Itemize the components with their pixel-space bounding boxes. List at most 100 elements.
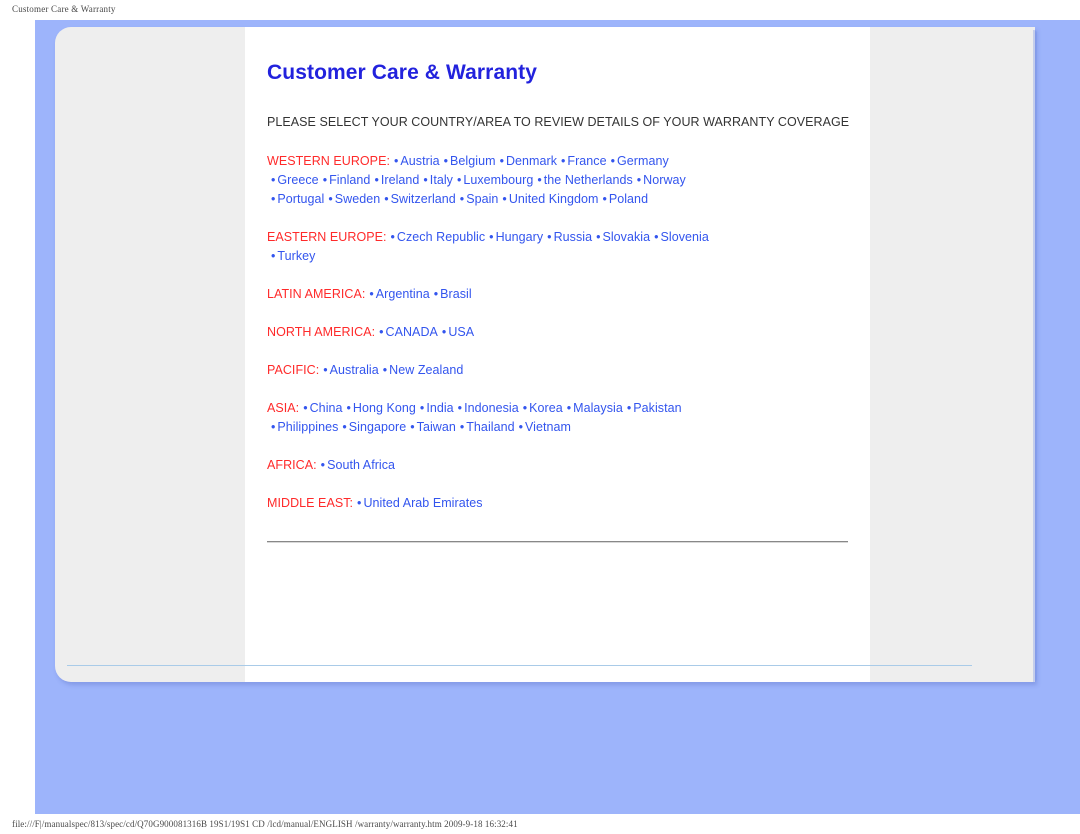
- bullet-icon: •: [346, 401, 351, 415]
- bullet-icon: •: [561, 154, 566, 168]
- country-link-slovenia[interactable]: Slovenia: [661, 230, 709, 244]
- region-block: AFRICA: • South Africa: [267, 456, 867, 475]
- country-link-poland[interactable]: Poland: [609, 192, 648, 206]
- bullet-icon: •: [654, 230, 659, 244]
- country-link-spain[interactable]: Spain: [466, 192, 498, 206]
- bullet-icon: •: [518, 420, 523, 434]
- country-link-malaysia[interactable]: Malaysia: [573, 401, 623, 415]
- bullet-icon: •: [394, 154, 399, 168]
- region-label: LATIN AMERICA:: [267, 287, 366, 301]
- country-link-argentina[interactable]: Argentina: [376, 287, 430, 301]
- country-link-pakistan[interactable]: Pakistan: [633, 401, 681, 415]
- page-subtitle: PLEASE SELECT YOUR COUNTRY/AREA TO REVIE…: [267, 115, 850, 129]
- bullet-icon: •: [271, 420, 276, 434]
- region-line: NORTH AMERICA: • CANADA • USA: [267, 323, 867, 342]
- document-body: Customer Care & Warranty PLEASE SELECT Y…: [267, 60, 867, 543]
- country-link-hong-kong[interactable]: Hong Kong: [353, 401, 416, 415]
- country-link-germany[interactable]: Germany: [617, 154, 669, 168]
- country-link-luxembourg[interactable]: Luxembourg: [463, 173, 533, 187]
- region-block: ASIA: • China • Hong Kong • India • Indonesia • Ko…: [267, 399, 867, 437]
- region-label: WESTERN EUROPE:: [267, 154, 390, 168]
- bullet-icon: •: [303, 401, 308, 415]
- bullet-icon: •: [636, 173, 642, 187]
- region-line: ASIA: • China • Hong Kong • India • Indonesia • Ko…: [267, 399, 867, 418]
- bullet-icon: •: [457, 401, 463, 415]
- country-link-australia[interactable]: Australia: [330, 363, 379, 377]
- region-label: AFRICA:: [267, 458, 317, 472]
- bullet-icon: •: [419, 401, 425, 415]
- country-link-singapore[interactable]: Singapore: [349, 420, 406, 434]
- region-block: LATIN AMERICA: • Argentina • Brasil: [267, 285, 867, 304]
- region-line: • Greece • Finland • Ireland • Italy • Luxembourg…: [267, 171, 867, 190]
- bullet-icon: •: [443, 154, 449, 168]
- bullet-icon: •: [433, 287, 439, 301]
- country-link-korea[interactable]: Korea: [529, 401, 563, 415]
- region-label: ASIA:: [267, 401, 300, 415]
- country-link-austria[interactable]: Austria: [400, 154, 439, 168]
- country-link-slovakia[interactable]: Slovakia: [602, 230, 650, 244]
- bullet-icon: •: [384, 192, 389, 206]
- bullet-icon: •: [441, 325, 447, 339]
- bullet-icon: •: [357, 496, 362, 510]
- region-line: EASTERN EUROPE: • Czech Republic • Hungary • R…: [267, 228, 867, 247]
- bullet-icon: •: [390, 230, 395, 244]
- region-line: PACIFIC: • Australia • New Zealand: [267, 361, 867, 380]
- country-link-canada[interactable]: CANADA: [386, 325, 438, 339]
- country-link-philippines[interactable]: Philippines: [277, 420, 338, 434]
- browser-print-header: Customer Care & Warranty: [12, 4, 116, 14]
- card-bottom-divider: [67, 665, 972, 666]
- country-link-usa[interactable]: USA: [448, 325, 474, 339]
- country-link-finland[interactable]: Finland: [329, 173, 370, 187]
- bullet-icon: •: [379, 325, 384, 339]
- bullet-icon: •: [423, 173, 428, 187]
- country-link-thailand[interactable]: Thailand: [466, 420, 514, 434]
- country-link-greece[interactable]: Greece: [277, 173, 318, 187]
- country-link-hungary[interactable]: Hungary: [496, 230, 544, 244]
- country-link-sweden[interactable]: Sweden: [335, 192, 380, 206]
- bullet-icon: •: [322, 173, 328, 187]
- bullet-icon: •: [537, 173, 542, 187]
- country-link-united-kingdom[interactable]: United Kingdom: [509, 192, 599, 206]
- country-link-czech-republic[interactable]: Czech Republic: [397, 230, 485, 244]
- bullet-icon: •: [502, 192, 507, 206]
- country-link-south-africa[interactable]: South Africa: [327, 458, 395, 472]
- bullet-icon: •: [271, 192, 276, 206]
- country-link-denmark[interactable]: Denmark: [506, 154, 557, 168]
- region-list: WESTERN EUROPE: • Austria • Belgium • Denmark •…: [267, 152, 867, 513]
- country-link-italy[interactable]: Italy: [430, 173, 453, 187]
- country-link-ireland[interactable]: Ireland: [381, 173, 420, 187]
- bullet-icon: •: [459, 420, 465, 434]
- bullet-icon: •: [459, 192, 465, 206]
- country-link-switzerland[interactable]: Switzerland: [391, 192, 456, 206]
- country-link-the-netherlands[interactable]: the Netherlands: [544, 173, 633, 187]
- country-link-turkey[interactable]: Turkey: [277, 249, 315, 263]
- bullet-icon: •: [566, 401, 572, 415]
- bullet-icon: •: [602, 192, 607, 206]
- country-link-united-arab-emirates[interactable]: United Arab Emirates: [363, 496, 482, 510]
- bullet-icon: •: [596, 230, 601, 244]
- bullet-icon: •: [382, 363, 388, 377]
- country-link-new-zealand[interactable]: New Zealand: [389, 363, 463, 377]
- country-link-russia[interactable]: Russia: [554, 230, 593, 244]
- region-label: NORTH AMERICA:: [267, 325, 376, 339]
- bullet-icon: •: [626, 401, 632, 415]
- country-link-france[interactable]: France: [567, 154, 606, 168]
- country-link-taiwan[interactable]: Taiwan: [417, 420, 456, 434]
- region-block: PACIFIC: • Australia • New Zealand: [267, 361, 867, 380]
- bullet-icon: •: [271, 173, 276, 187]
- bullet-icon: •: [410, 420, 415, 434]
- country-link-china[interactable]: China: [310, 401, 343, 415]
- country-link-belgium[interactable]: Belgium: [450, 154, 496, 168]
- country-link-norway[interactable]: Norway: [643, 173, 686, 187]
- country-link-portugal[interactable]: Portugal: [277, 192, 324, 206]
- country-link-vietnam[interactable]: Vietnam: [525, 420, 571, 434]
- country-link-brasil[interactable]: Brasil: [440, 287, 472, 301]
- country-link-india[interactable]: India: [426, 401, 453, 415]
- region-block: EASTERN EUROPE: • Czech Republic • Hungary • R…: [267, 228, 867, 266]
- region-block: WESTERN EUROPE: • Austria • Belgium • Denmark •…: [267, 152, 867, 209]
- region-label: EASTERN EUROPE:: [267, 230, 387, 244]
- country-link-indonesia[interactable]: Indonesia: [464, 401, 519, 415]
- region-line: • Philippines • Singapore • Taiwan • Thailand • V…: [267, 418, 867, 437]
- region-line: • Turkey: [267, 247, 867, 266]
- bullet-icon: •: [499, 154, 504, 168]
